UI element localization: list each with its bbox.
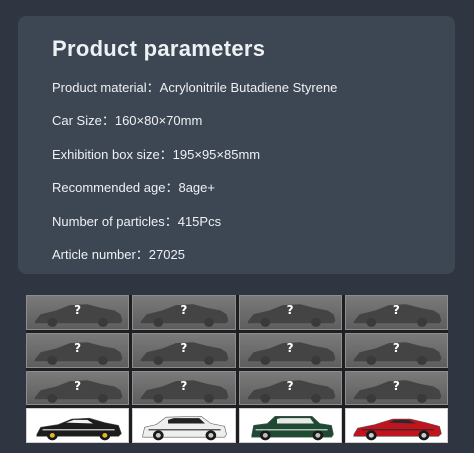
green-hatchback-icon xyxy=(250,416,334,441)
blind-box-grid: ???????????? xyxy=(26,295,448,443)
mystery-car-cell: ? xyxy=(26,295,130,330)
panel-title: Product parameters xyxy=(52,36,266,61)
param-article-number: Article number：27025 xyxy=(52,246,185,262)
question-mark: ? xyxy=(180,340,188,355)
question-mark: ? xyxy=(180,378,188,393)
mystery-car-cell: ? xyxy=(238,295,342,330)
question-mark: ? xyxy=(180,303,188,317)
param-particles: Number of particles：415Pcs xyxy=(52,213,222,229)
red-supercar-icon xyxy=(353,418,442,441)
question-mark: ? xyxy=(74,303,82,317)
question-mark: ? xyxy=(392,378,400,393)
param-material: Product material：Acrylonitrile Butadiene… xyxy=(52,80,338,95)
question-mark: ? xyxy=(74,378,82,393)
mystery-car-cell: ? xyxy=(238,332,342,368)
black-race-car-icon xyxy=(36,418,122,441)
mystery-car-cell: ? xyxy=(132,295,236,330)
revealed-car-cell xyxy=(238,408,342,443)
white-suv-icon xyxy=(142,416,228,441)
mystery-car-cell: ? xyxy=(344,332,448,368)
product-parameters-panel: Product parameters Product material：Acry… xyxy=(18,16,455,274)
question-mark: ? xyxy=(392,340,400,355)
mystery-car-cell: ? xyxy=(132,370,236,406)
revealed-car-cell xyxy=(344,408,448,443)
mystery-car-cell: ? xyxy=(132,332,236,368)
mystery-car-cell: ? xyxy=(344,370,448,406)
question-mark: ? xyxy=(286,340,294,355)
param-age: Recommended age：8age+ xyxy=(52,180,215,196)
param-car-size: Car Size：160×80×70mm xyxy=(52,113,203,129)
param-box-size: Exhibition box size：195×95×85mm xyxy=(52,146,261,162)
mystery-car-cell: ? xyxy=(26,332,130,368)
mystery-car-cell: ? xyxy=(26,370,130,406)
question-mark: ? xyxy=(392,303,400,317)
mystery-car-cell: ? xyxy=(238,370,342,406)
mystery-car-cell: ? xyxy=(344,295,448,330)
question-mark: ? xyxy=(74,340,82,355)
revealed-car-cell xyxy=(132,408,236,443)
question-mark: ? xyxy=(286,378,294,393)
revealed-car-cell xyxy=(26,408,130,443)
question-mark: ? xyxy=(286,303,294,317)
